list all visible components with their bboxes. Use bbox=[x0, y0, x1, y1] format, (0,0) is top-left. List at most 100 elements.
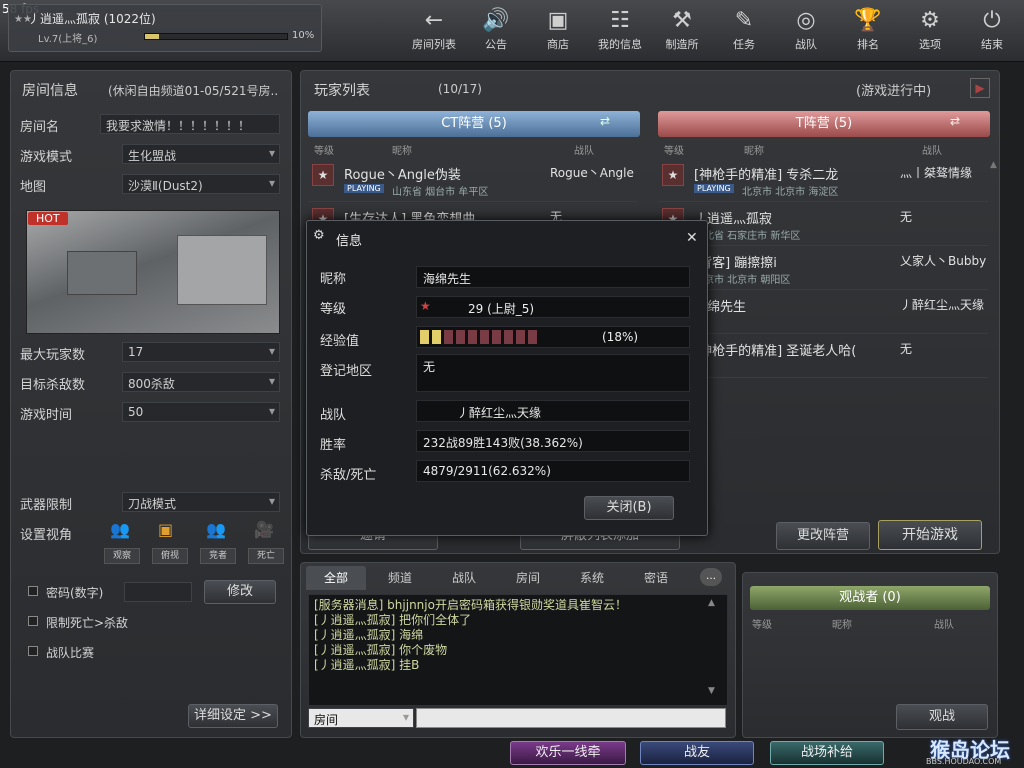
bottom-button-comrades[interactable]: 战友 bbox=[640, 741, 754, 765]
nav-label: 排名 bbox=[857, 38, 879, 51]
chat-tab-0[interactable]: 全部 bbox=[306, 566, 366, 590]
player-level: Lv.7(上将_6) bbox=[38, 34, 98, 45]
player-location: 河北省 石家庄市 新华区 bbox=[694, 231, 801, 242]
chat-scroll-down[interactable]: ▼ bbox=[708, 686, 715, 696]
player-list-title: 玩家列表 bbox=[314, 83, 370, 99]
dialog-clan-value: 丿醉红尘灬天缘 bbox=[416, 400, 690, 422]
exp-segment bbox=[492, 330, 501, 344]
play-icon[interactable]: ▶ bbox=[970, 78, 990, 98]
nav-button-8[interactable]: ⚙ 选项 bbox=[902, 6, 958, 56]
map-preview-image bbox=[26, 210, 280, 334]
player-name: [背客] 蹦擦擦i bbox=[694, 256, 777, 271]
nav-button-6[interactable]: ◎ 战队 bbox=[778, 6, 834, 56]
modify-button[interactable]: 修改 bbox=[204, 580, 276, 604]
start-game-button[interactable]: 开始游戏 bbox=[878, 520, 982, 550]
player-name: 海绵先生 bbox=[694, 300, 747, 315]
xp-bar bbox=[144, 33, 288, 40]
clan-match-checkbox[interactable] bbox=[28, 646, 38, 656]
password-checkbox[interactable] bbox=[28, 586, 38, 596]
max-players-select[interactable]: 17 bbox=[122, 342, 280, 362]
change-team-button[interactable]: 更改阵营 bbox=[776, 522, 870, 550]
spectate-button[interactable]: 观战 bbox=[896, 704, 988, 730]
target-kills-label: 目标杀敌数 bbox=[20, 378, 86, 393]
max-players-label: 最大玩家数 bbox=[20, 348, 86, 363]
player-location: 北京市 北京市 朝阳区 bbox=[694, 275, 791, 286]
list-scrollbar[interactable]: ▲ bbox=[990, 160, 998, 508]
game-mode-select[interactable]: 生化盟战 bbox=[122, 144, 280, 164]
nav-button-7[interactable]: 🏆 排名 bbox=[840, 6, 896, 56]
room-channel: (休闲自由频道01-05/521号房.. bbox=[108, 84, 279, 98]
nav-button-3[interactable]: ☷ 我的信息 bbox=[592, 6, 648, 56]
nav-button-5[interactable]: ✎ 任务 bbox=[716, 6, 772, 56]
nav-button-0[interactable]: ← 房间列表 bbox=[406, 6, 462, 56]
view-icon-0: 👥 bbox=[110, 520, 130, 539]
nav-button-4[interactable]: ⚒ 制造所 bbox=[654, 6, 710, 56]
nav-button-1[interactable]: 🔊 公告 bbox=[468, 6, 524, 56]
exp-segment bbox=[504, 330, 513, 344]
clan-icon: ◎ bbox=[796, 8, 816, 33]
game-time-select[interactable]: 50 bbox=[122, 402, 280, 422]
dialog-exp-value: (18%) bbox=[602, 330, 639, 344]
weapon-limit-label: 武器限制 bbox=[20, 498, 73, 513]
bottom-button-supply[interactable]: 战场补给 bbox=[770, 741, 884, 765]
view-button-1[interactable]: 俯视 bbox=[152, 548, 188, 564]
nav-button-9[interactable]: ⏻ 结束 bbox=[964, 6, 1020, 56]
chat-bubble-icon[interactable]: … bbox=[700, 568, 722, 586]
chat-scroll-up[interactable]: ▲ bbox=[708, 598, 715, 608]
password-label: 密码(数字) bbox=[46, 586, 104, 600]
swap-icon-t[interactable]: ⇄ bbox=[950, 114, 984, 134]
dialog-close-button[interactable]: 关闭(B) bbox=[584, 496, 674, 520]
hot-badge: HOT bbox=[28, 212, 68, 225]
dialog-kd-label: 杀敌/死亡 bbox=[320, 468, 377, 483]
swap-icon-ct[interactable]: ⇄ bbox=[600, 114, 634, 134]
bottom-button-friends-link[interactable]: 欢乐一线牵 bbox=[510, 741, 626, 765]
dialog-level-label: 等级 bbox=[320, 302, 347, 317]
nav-label: 制造所 bbox=[665, 38, 699, 51]
dialog-clan-label: 战队 bbox=[320, 408, 347, 423]
password-input[interactable] bbox=[124, 582, 192, 602]
playing-badge: PLAYING bbox=[344, 184, 384, 193]
chat-input[interactable] bbox=[416, 708, 726, 728]
room-name-field[interactable]: 我要求激情！！！！！！！ bbox=[100, 114, 280, 134]
t-team-header[interactable]: T阵营 (5) bbox=[658, 111, 990, 137]
nav-label: 选项 bbox=[919, 38, 941, 51]
map-wall bbox=[177, 235, 267, 305]
death-kill-checkbox[interactable] bbox=[28, 616, 38, 626]
view-button-0[interactable]: 观察 bbox=[104, 548, 140, 564]
chat-tab-2[interactable]: 战队 bbox=[434, 566, 494, 590]
rank-icon: ★ bbox=[662, 164, 684, 186]
view-button-3[interactable]: 死亡 bbox=[248, 548, 284, 564]
view-button-2[interactable]: 竞者 bbox=[200, 548, 236, 564]
dialog-close-icon[interactable]: ✕ bbox=[686, 230, 698, 246]
chat-line: [丿逍遥灬孤寂] 挂B bbox=[314, 658, 420, 672]
ct-team-header[interactable]: CT阵营 (5) bbox=[308, 111, 640, 137]
ct-col-team: 战队 bbox=[574, 146, 594, 157]
map-label: 地图 bbox=[20, 180, 47, 195]
spec-col-name: 昵称 bbox=[832, 620, 852, 631]
nav-button-2[interactable]: ▣ 商店 bbox=[530, 6, 586, 56]
nav-label: 我的信息 bbox=[598, 38, 642, 51]
target-kills-select[interactable]: 800杀敌 bbox=[122, 372, 280, 392]
nav-label: 商店 bbox=[547, 38, 569, 51]
chat-tab-3[interactable]: 房间 bbox=[498, 566, 558, 590]
megaphone-icon: 🔊 bbox=[482, 8, 510, 33]
map-select[interactable]: 沙漠Ⅱ(Dust2) bbox=[122, 174, 280, 194]
chat-line: [丿逍遥灬孤寂] 海绵 bbox=[314, 628, 424, 642]
trophy-icon: 🏆 bbox=[854, 8, 882, 33]
dialog-title: 信息 bbox=[336, 234, 363, 249]
chat-tab-5[interactable]: 密语 bbox=[626, 566, 686, 590]
spectator-header[interactable]: 观战者 (0) bbox=[750, 586, 990, 610]
chat-channel-select[interactable]: 房间 bbox=[308, 708, 414, 728]
chat-tab-1[interactable]: 频道 bbox=[370, 566, 430, 590]
exp-segment bbox=[480, 330, 489, 344]
room-name-label: 房间名 bbox=[20, 120, 60, 135]
player-name: 丿逍遥灬孤寂 bbox=[694, 212, 773, 227]
player-name: Rogue丶Angle伪装 bbox=[344, 168, 461, 183]
detail-settings-button[interactable]: 详细设定 >> bbox=[188, 704, 278, 728]
chat-tab-4[interactable]: 系统 bbox=[562, 566, 622, 590]
weapon-limit-select[interactable]: 刀战模式 bbox=[122, 492, 280, 512]
player-location: 山东省 烟台市 牟平区 bbox=[392, 187, 489, 198]
game-mode-label: 游戏模式 bbox=[20, 150, 73, 165]
power-icon: ⏻ bbox=[983, 8, 1001, 33]
gear-icon: ⚙ bbox=[920, 8, 940, 33]
